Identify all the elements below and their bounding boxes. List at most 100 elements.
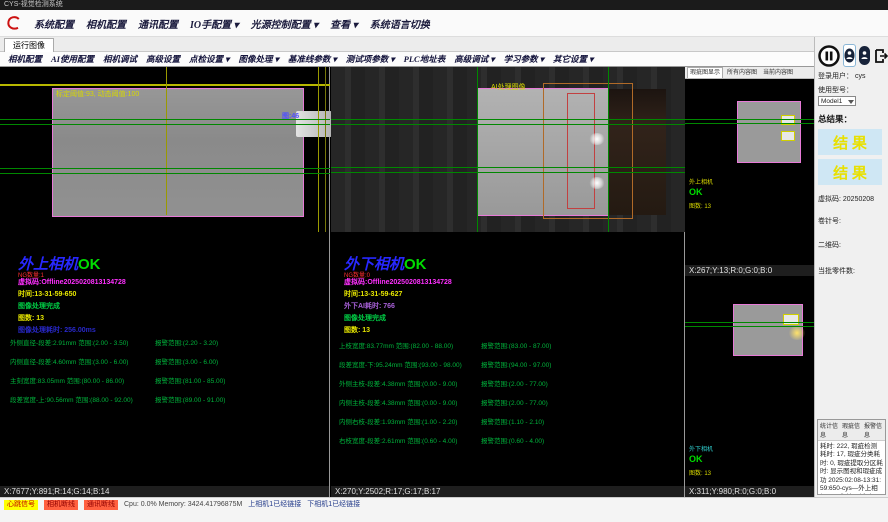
measurement-text: 外侧主枝-段差:4.38mm 范围:(0.00 - 9.00) (339, 378, 457, 388)
baseline-green (685, 322, 814, 323)
pixel-coords-bar: X:311;Y:980;R:0;G:0;B:0 (685, 486, 814, 497)
alarm-range-text: 报警范围:(2.00 - 77.00) (481, 378, 548, 388)
guide-line-green (608, 67, 609, 232)
result-ok-label: OK (404, 256, 427, 273)
lower-camera-link-text: 下相机1已经链接 (307, 500, 360, 510)
menu-comm-config[interactable]: 通讯配置 (138, 16, 178, 31)
tab-alarm-info[interactable]: 报警信息 (864, 421, 883, 439)
app-window: CYS-视觉检测系统 系统配置 相机配置 通讯配置 IO手配置 ▾ 光源控制配置… (0, 0, 888, 522)
main-area: 标定阈值:93, 动态阈值:100 图:46 外上相机OK NG数量:1 虚拟码… (0, 67, 814, 497)
measurement-text: 段差宽度-上:90.56mm 范围:(88.00 - 92.00) (10, 394, 133, 404)
defect-view-bottom[interactable]: 外下相机 OK 图数: 13 X:311;Y:980;R:0;G:0;B:0 (685, 276, 814, 497)
measurement-text: 内侧主枝-段差:4.38mm 范围:(0.00 - 9.00) (339, 397, 457, 407)
tab-statistics-info[interactable]: 统计信息 (820, 421, 839, 439)
frame-count-text: 图数: 13 (689, 201, 711, 210)
baseline-green (0, 124, 330, 125)
guide-line-yellow (166, 67, 167, 215)
baseline-green (685, 326, 814, 327)
alarm-range-text: 报警范围:(0.60 - 4.00) (481, 435, 544, 445)
camera-view-lower[interactable]: AI处理图像 外下相机OK NG数量:0 虚拟码:Offline20250208… (331, 67, 685, 497)
alarm-range-text: 报警范围:(83.00 - 87.00) (481, 340, 551, 350)
tool-baseline-params[interactable]: 基准线参数 ▾ (288, 53, 337, 65)
operator-button[interactable] (859, 46, 870, 65)
tab-all-content[interactable]: 所有内容图 (725, 68, 759, 78)
frame-count-text: 图数: 13 (18, 313, 44, 323)
glow-highlight (789, 326, 805, 340)
tool-test-params[interactable]: 测试项参数 ▾ (346, 53, 395, 65)
baseline-green (0, 168, 330, 169)
process-time-text: 图像处理耗时: 256.00ms (18, 325, 96, 335)
pause-button[interactable] (818, 45, 840, 67)
window-titlebar: CYS-视觉检测系统 (0, 0, 888, 10)
result-ok-label: OK (78, 256, 101, 273)
model-select-value: Model1 (821, 98, 842, 105)
app-logo-icon (6, 15, 22, 31)
menu-camera-config[interactable]: 相机配置 (86, 16, 126, 31)
threshold-overlay-text: 标定阈值:93, 动态阈值:100 (56, 89, 139, 99)
comm-link-status-badge: 通讯断线 (84, 500, 118, 510)
login-user-label: 登录用户： (818, 73, 853, 80)
tool-advanced-settings[interactable]: 高级设置 (146, 53, 180, 65)
tool-image-process[interactable]: 图像处理 ▾ (238, 53, 278, 65)
model-label: 使用型号： (818, 87, 853, 94)
baseline-green (0, 173, 330, 174)
chevron-down-icon (848, 100, 854, 104)
result-ok-label: OK (689, 187, 703, 197)
pixel-coords-bar: X:270;Y:2502;R:17;G:17;B:17 (331, 486, 684, 497)
menu-system-config[interactable]: 系统配置 (34, 16, 74, 31)
ruler-line-yellow (0, 84, 330, 86)
user-login-button[interactable] (843, 44, 856, 67)
model-select[interactable]: Model1 (818, 96, 856, 106)
menu-language-switch[interactable]: 系统语言切换 (370, 16, 430, 31)
tool-camera-config[interactable]: 相机配置 (8, 53, 42, 65)
menu-view[interactable]: 查看 ▾ (330, 16, 358, 31)
baseline-green (331, 124, 685, 125)
measurement-text: 主刻宽度:83.05mm 范围:(80.00 - 86.00) (10, 375, 124, 385)
defect-view-top[interactable]: 外上相机 OK 图数: 13 X:267;Y:13;R:0;G:0;B:0 (685, 79, 814, 277)
camera-view-upper[interactable]: 标定阈值:93, 动态阈值:100 图:46 外上相机OK NG数量:1 虚拟码… (0, 67, 330, 497)
camera-image-upper (52, 88, 304, 217)
time-text: 时间:13-31-59-650 (18, 289, 76, 299)
measurement-text: 右枝宽度-段差:2.61mm 范围:(0.60 - 4.00) (339, 435, 457, 445)
alarm-range-text: 报警范围:(89.00 - 91.00) (155, 394, 225, 404)
tab-bar: 运行图像 (0, 37, 888, 52)
tool-camera-debug[interactable]: 相机调试 (103, 53, 137, 65)
camera-name-label: 外上相机 (689, 177, 713, 186)
info-log-box: 统计信息 瑕疵信息 报警信息 耗时: 222, 瑕疵检测耗时: 17, 瑕疵分类… (817, 419, 886, 495)
pixel-coords-bar: X:7677;Y:891;R:14;G:14;B:14 (0, 486, 329, 497)
guide-line-yellow (325, 67, 326, 232)
ai-image-overlay-text: AI处理图像 (491, 82, 526, 92)
tool-ai-config[interactable]: AI使用配置 (51, 53, 94, 65)
total-result-label: 总结果： (818, 113, 888, 125)
alarm-range-text: 报警范围:(3.00 - 6.00) (155, 356, 218, 366)
tool-other-settings[interactable]: 其它设置 ▾ (553, 53, 593, 65)
baseline-green (685, 123, 814, 124)
tab-defect-info[interactable]: 瑕疵信息 (842, 421, 861, 439)
baseline-green (331, 167, 685, 168)
tool-advanced-debug[interactable]: 高级调试 ▾ (454, 53, 494, 65)
needle-row: 卷针号: (818, 216, 888, 226)
measurement-text: 内侧直径-段差:4.60mm 范围:(3.00 - 6.00) (10, 356, 128, 366)
menu-bar: 系统配置 相机配置 通讯配置 IO手配置 ▾ 光源控制配置 ▾ 查看 ▾ 系统语… (0, 10, 888, 37)
window-title: CYS-视觉检测系统 (4, 1, 63, 8)
barcode-text: 虚拟码:Offline2025020813134728 (18, 277, 126, 287)
result-box-upper: 结 果 (818, 129, 882, 155)
menu-light-config[interactable]: 光源控制配置 ▾ (251, 16, 319, 31)
camera-link-status-badge: 相机断线 (44, 500, 78, 510)
defect-view-column: 瑕疵图显示 所有内容图 当前内容图 外上相机 OK 图数: 13 X:267;Y… (685, 67, 814, 497)
pin-highlight (783, 314, 799, 325)
toolbar: 相机配置 AI使用配置 相机调试 高级设置 点检设置 ▾ 图像处理 ▾ 基准线参… (0, 52, 814, 67)
tool-plc-address[interactable]: PLC地址表 (404, 53, 446, 65)
tool-learn-params[interactable]: 学习参数 ▾ (504, 53, 544, 65)
time-text: 时间:13-31-59-627 (344, 289, 402, 299)
pixel-coords-bar: X:267;Y:13;R:0;G:0;B:0 (685, 265, 814, 276)
exit-logout-icon[interactable] (873, 48, 888, 64)
tab-current-content[interactable]: 当前内容图 (761, 68, 795, 78)
tab-run-image[interactable]: 运行图像 (4, 38, 54, 52)
baseline-green (331, 172, 685, 173)
tab-defect-display[interactable]: 瑕疵图显示 (687, 67, 723, 78)
tool-spotcheck-settings[interactable]: 点检设置 ▾ (189, 53, 229, 65)
measurement-text: 上枝宽度:83.77mm 范围:(82.00 - 88.00) (339, 340, 453, 350)
alarm-range-text: 报警范围:(1.10 - 2.10) (481, 416, 544, 426)
menu-io-config[interactable]: IO手配置 ▾ (190, 16, 239, 31)
